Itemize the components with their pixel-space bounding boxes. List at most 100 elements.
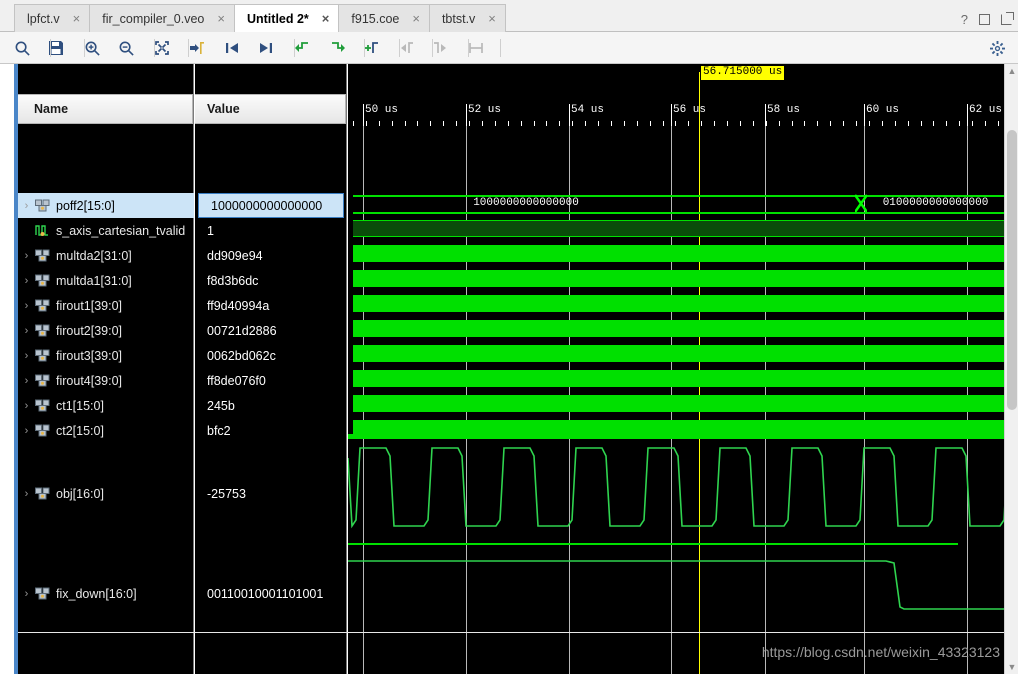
float-window-icon[interactable] [1001,12,1014,25]
signal-name-label: multda1[31:0] [56,273,132,288]
expand-chevron-icon[interactable]: › [18,200,35,212]
save-icon[interactable] [43,36,69,60]
zoom-in-icon[interactable] [79,36,105,60]
expand-chevron-icon[interactable]: › [18,375,35,387]
signal-value-cell[interactable]: ff8de076f0 [195,368,347,393]
zoom-out-icon[interactable] [113,36,139,60]
ruler-minor-tick [946,121,947,126]
ruler-minor-tick [869,121,870,126]
signal-value-cell[interactable]: bfc2 [195,418,347,443]
solid-bus-band [353,370,1004,387]
signal-value-cell[interactable]: 1000000000000000 [198,193,344,218]
ruler-minor-tick [856,121,857,126]
next-transition-icon[interactable] [253,36,279,60]
signal-value-cell[interactable]: f8d3b6dc [195,268,347,293]
ruler-time-label: 62 us [969,104,1003,116]
tab-lpfct-v[interactable]: lpfct.v × [14,4,91,32]
help-icon[interactable]: ? [961,13,968,26]
previous-transition-icon[interactable] [219,36,245,60]
vertical-scrollbar[interactable]: ▲ ▼ [1004,64,1018,674]
ruler-minor-tick [521,121,522,126]
expand-chevron-icon[interactable]: › [18,325,35,337]
scroll-down-icon[interactable]: ▼ [1005,660,1018,674]
bus-icon [35,349,52,362]
ruler-minor-tick [959,121,960,126]
tab-tbtst-v[interactable]: tbtst.v × [429,4,506,32]
signal-row-ct2-15-0-[interactable]: › ct2[15:0] [18,418,194,443]
expand-chevron-icon[interactable]: › [18,400,35,412]
signal-row-obj-16-0-[interactable]: › obj[16:0] [18,481,194,506]
signal-value-label: 00721d2886 [207,323,277,338]
tab-untitled-2-[interactable]: Untitled 2* × [234,4,340,32]
signal-row-fix-down-16-0-[interactable]: › fix_down[16:0] [18,581,194,606]
expand-chevron-icon[interactable]: › [18,425,35,437]
vivado-waveform-window: lpfct.v × fir_compiler_0.veo × Untitled 2* × f… [0,0,1018,674]
signal-value-cell[interactable]: 00110010001101001 [195,581,347,606]
signal-value-cell[interactable]: 00721d2886 [195,318,347,343]
expand-chevron-icon[interactable]: › [18,350,35,362]
add-marker-prev-icon[interactable] [289,36,315,60]
expand-chevron-icon[interactable]: › [18,488,35,500]
time-ruler[interactable]: 50 us 52 us 54 us 56 us 58 us 60 us 62 us [348,102,1004,126]
search-icon[interactable] [9,36,35,60]
close-icon[interactable]: × [319,12,333,25]
bus-value-text: 0100000000000000 [882,197,989,209]
tab-bar: lpfct.v × fir_compiler_0.veo × Untitled 2* × f… [0,0,1018,32]
close-icon[interactable]: × [485,12,499,25]
name-column-header[interactable]: Name [18,94,193,124]
ruler-minor-tick [572,121,573,126]
signal-row-ct1-15-0-[interactable]: › ct1[15:0] [18,393,194,418]
expand-chevron-icon[interactable]: › [18,300,35,312]
add-marker-icon[interactable] [359,36,385,60]
tab-f915-coe[interactable]: f915.coe × [339,4,430,32]
bus-transition-marker [855,194,867,213]
value-column-header[interactable]: Value [195,94,346,124]
ruler-minor-tick [753,121,754,126]
maximize-icon[interactable] [979,14,990,25]
solid-bus-band [353,395,1004,412]
ruler-minor-tick [727,121,728,126]
signal-row-firout2-39-0-[interactable]: › firout2[39:0] [18,318,194,343]
ruler-minor-tick [482,121,483,126]
ruler-minor-tick [817,121,818,126]
signal-row-firout3-39-0-[interactable]: › firout3[39:0] [18,343,194,368]
signal-value-cell[interactable]: -25753 [195,481,347,506]
expand-chevron-icon[interactable]: › [18,275,35,287]
signal-value-cell[interactable]: dd909e94 [195,243,347,268]
signal-value-cell[interactable]: 245b [195,393,347,418]
signal-value-label: 0062bd062c [207,348,276,363]
signal-value-label: dd909e94 [207,248,263,263]
signal-row-multda2-31-0-[interactable]: › multda2[31:0] [18,243,194,268]
scroll-up-icon[interactable]: ▲ [1005,64,1018,78]
signal-row-firout4-39-0-[interactable]: › firout4[39:0] [18,368,194,393]
signal-row-multda1-31-0-[interactable]: › multda1[31:0] [18,268,194,293]
solid-bus-band [353,320,1004,337]
signal-value-cell[interactable]: 1 [195,218,347,243]
analog-waveform-obj [348,447,1004,529]
zoom-fit-icon[interactable] [149,36,175,60]
expand-chevron-icon[interactable]: › [18,588,35,600]
ruler-minor-tick [405,121,406,126]
ruler-minor-tick [895,121,896,126]
signal-name-label: poff2[15:0] [56,198,115,213]
signal-row-poff2-15-0-[interactable]: › poff2[15:0] [18,193,194,218]
ruler-minor-tick [882,121,883,126]
signal-value-label: ff9d40994a [207,298,270,313]
ruler-minor-tick [804,121,805,126]
add-marker-next-icon[interactable] [325,36,351,60]
signal-row-firout1-39-0-[interactable]: › firout1[39:0] [18,293,194,318]
expand-chevron-icon[interactable]: › [18,250,35,262]
close-icon[interactable]: × [409,12,423,25]
signal-row-s-axis-cartesian-tvalid[interactable]: s_axis_cartesian_tvalid [18,218,194,243]
waveform-canvas[interactable]: 50 us 52 us 54 us 56 us 58 us 60 us 62 us 56.7… [348,64,1004,674]
signal-value-cell[interactable]: 0062bd062c [195,343,347,368]
signal-name-label: multda2[31:0] [56,248,132,263]
gear-icon[interactable] [984,36,1010,60]
tab-fir-compiler-0-veo[interactable]: fir_compiler_0.veo × [90,4,235,32]
signal-value-cell[interactable]: ff9d40994a [195,293,347,318]
close-icon[interactable]: × [214,12,228,25]
close-icon[interactable]: × [70,12,84,25]
scroll-thumb[interactable] [1007,130,1017,410]
gear-glyph [989,40,1005,56]
toolbar-separator [468,39,469,57]
